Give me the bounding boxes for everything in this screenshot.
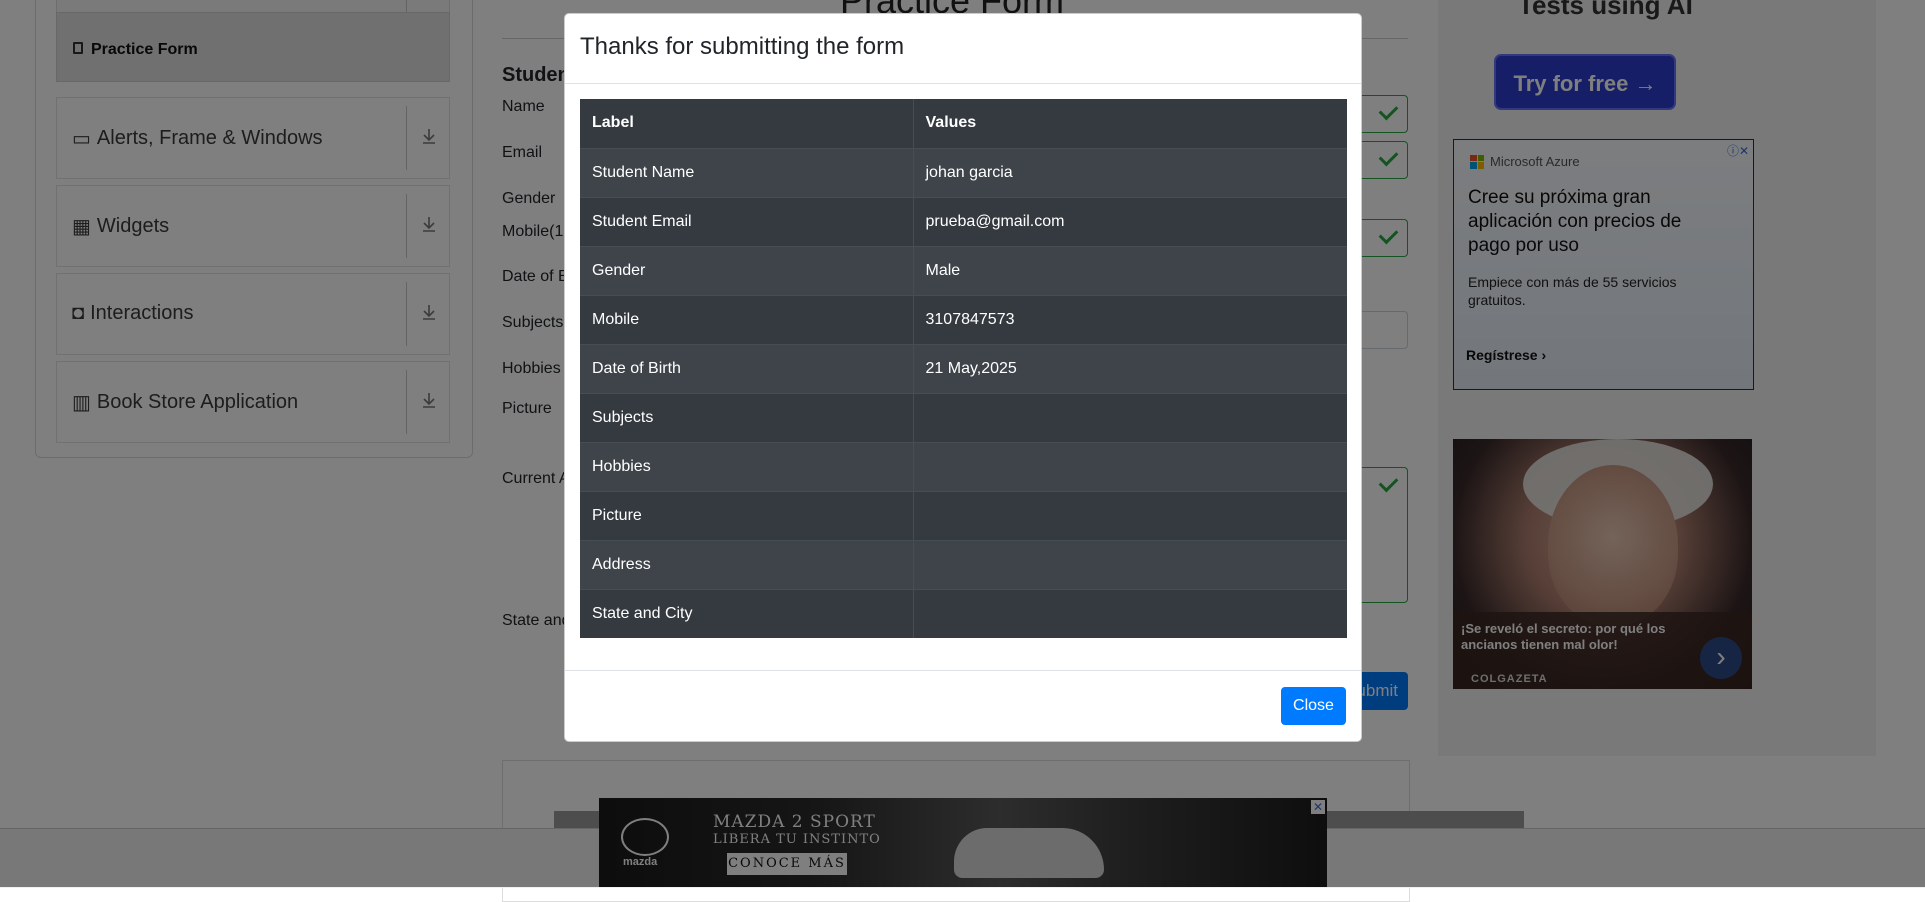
row-label: Gender <box>580 245 914 295</box>
row-value <box>913 392 1347 442</box>
submission-table: Label Values Student Name johan garcia St… <box>580 99 1347 638</box>
modal-title: Thanks for submitting the form <box>580 33 905 60</box>
table-row: Hobbies <box>580 441 1347 491</box>
submission-modal: Thanks for submitting the form Label Val… <box>564 13 1362 742</box>
row-label: Student Name <box>580 147 914 197</box>
column-header: Values <box>913 99 1347 148</box>
row-value <box>913 588 1347 638</box>
modal-header: Thanks for submitting the form <box>565 14 1361 84</box>
row-label: State and City <box>580 588 914 638</box>
row-value <box>913 490 1347 540</box>
row-value: johan garcia <box>913 147 1347 197</box>
row-label: Date of Birth <box>580 343 914 393</box>
row-label: Address <box>580 539 914 589</box>
row-label: Subjects <box>580 392 914 442</box>
table-row: Subjects <box>580 392 1347 442</box>
table-row: Mobile 3107847573 <box>580 294 1347 344</box>
table-row: Student Name johan garcia <box>580 147 1347 197</box>
close-button[interactable]: Close <box>1281 687 1346 725</box>
row-label: Picture <box>580 490 914 540</box>
row-value <box>913 539 1347 589</box>
table-row: Student Email prueba@gmail.com <box>580 196 1347 246</box>
row-value: 21 May,2025 <box>913 343 1347 393</box>
table-row: Date of Birth 21 May,2025 <box>580 343 1347 393</box>
table-row: State and City <box>580 588 1347 638</box>
row-label: Hobbies <box>580 441 914 491</box>
row-value: prueba@gmail.com <box>913 196 1347 246</box>
table-header-row: Label Values <box>580 99 1347 148</box>
row-label: Mobile <box>580 294 914 344</box>
row-value: Male <box>913 245 1347 295</box>
table-row: Address <box>580 539 1347 589</box>
table-row: Picture <box>580 490 1347 540</box>
row-value <box>913 441 1347 491</box>
modal-footer: Close <box>565 670 1361 741</box>
row-value: 3107847573 <box>913 294 1347 344</box>
row-label: Student Email <box>580 196 914 246</box>
table-row: Gender Male <box>580 245 1347 295</box>
column-header: Label <box>580 99 914 148</box>
